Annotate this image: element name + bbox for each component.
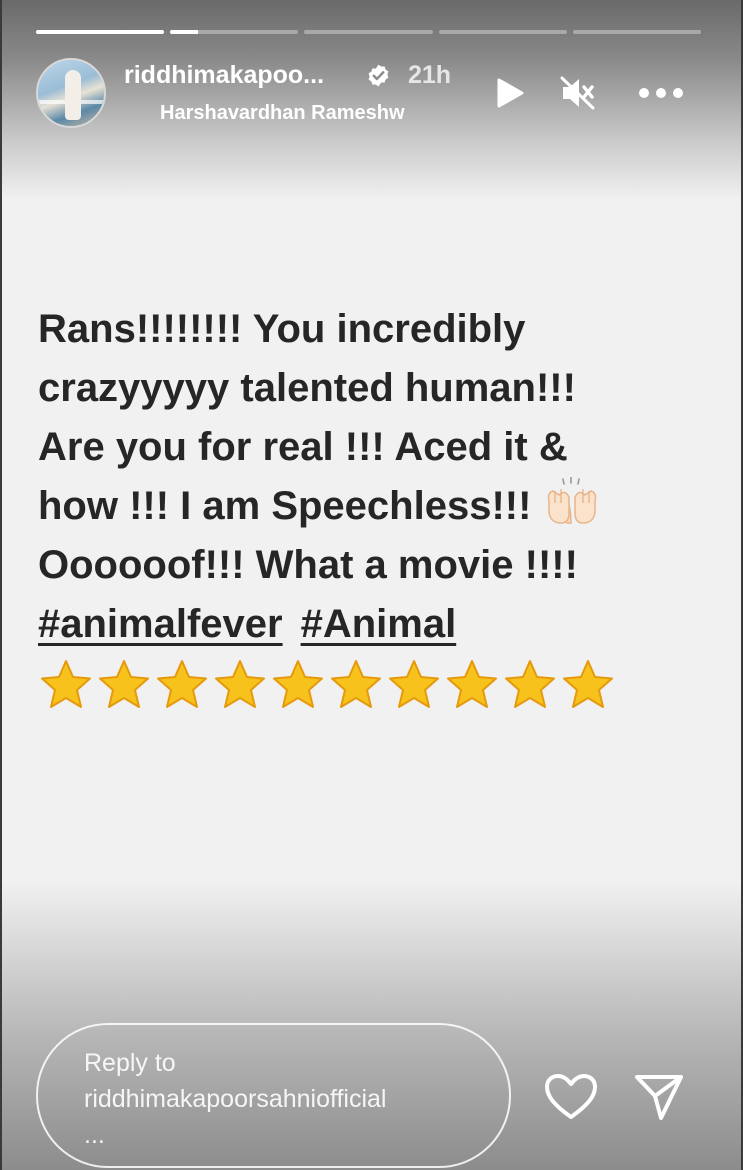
progress-segment (170, 30, 299, 34)
caption-line: Rans!!!!!!!! You incredibly (38, 307, 526, 351)
post-time: 21h (408, 61, 452, 89)
progress-fill (170, 30, 199, 34)
star-emoji-row (38, 658, 718, 712)
story-header: riddhimakapoo... 21h Harshavardhan Rames… (36, 55, 707, 130)
star-emoji (331, 660, 381, 708)
heart-icon (545, 1074, 597, 1119)
caption-line: Oooooof!!! What a movie !!!! (38, 543, 578, 587)
story-viewer: riddhimakapoo... 21h Harshavardhan Rames… (0, 0, 743, 1170)
star-emoji (447, 660, 497, 708)
reply-input[interactable]: Reply to riddhimakapoorsahniofficial ... (36, 1023, 511, 1168)
like-button[interactable] (542, 1068, 600, 1126)
reply-placeholder-line: Reply to (84, 1049, 176, 1077)
progress-segment (36, 30, 165, 34)
caption-line: Are you for real !!! Aced it & (38, 425, 568, 469)
reply-placeholder-line: riddhimakapoorsahniofficial (84, 1085, 387, 1113)
username[interactable]: riddhimakapoo... (124, 61, 324, 90)
star-emoji (157, 660, 207, 708)
star-emoji (99, 660, 149, 708)
progress-fill (36, 30, 165, 34)
hashtag-link[interactable]: #animalfever (38, 602, 283, 646)
send-icon (635, 1075, 683, 1120)
star-emoji (215, 660, 265, 708)
raised-hands-emoji (547, 477, 596, 524)
star-emoji (273, 660, 323, 708)
mute-button[interactable] (558, 73, 598, 113)
caption-line-with-emoji: how !!! I am Speechless!!! (38, 477, 718, 536)
story-progress-bar (36, 30, 702, 34)
story-caption: Rans!!!!!!!! You incredibly crazyyyyy ta… (38, 300, 718, 712)
progress-segment (572, 30, 702, 34)
star-emoji (389, 660, 439, 708)
more-options-icon (639, 88, 683, 98)
caption-line: how !!! I am Speechless!!! (38, 484, 532, 528)
caption-line: crazyyyyy talented human!!! (38, 366, 576, 410)
star-emoji (41, 660, 91, 708)
play-icon (497, 78, 524, 108)
progress-segment (304, 30, 433, 34)
reply-placeholder-line: ... (84, 1121, 105, 1149)
music-label[interactable]: Harshavardhan Rameshw (160, 102, 405, 125)
star-emoji (505, 660, 555, 708)
more-options-button[interactable] (636, 73, 686, 113)
play-button[interactable] (490, 73, 530, 113)
avatar-photo-figure (65, 70, 81, 120)
avatar[interactable] (36, 58, 106, 128)
hashtag-row: #animalfever #Animal (38, 595, 718, 654)
verified-badge-icon (368, 64, 389, 87)
mute-icon (560, 76, 595, 110)
send-button[interactable] (630, 1068, 688, 1126)
hashtag-link[interactable]: #Animal (301, 602, 457, 646)
progress-segment (438, 30, 567, 34)
star-emoji (563, 660, 613, 708)
